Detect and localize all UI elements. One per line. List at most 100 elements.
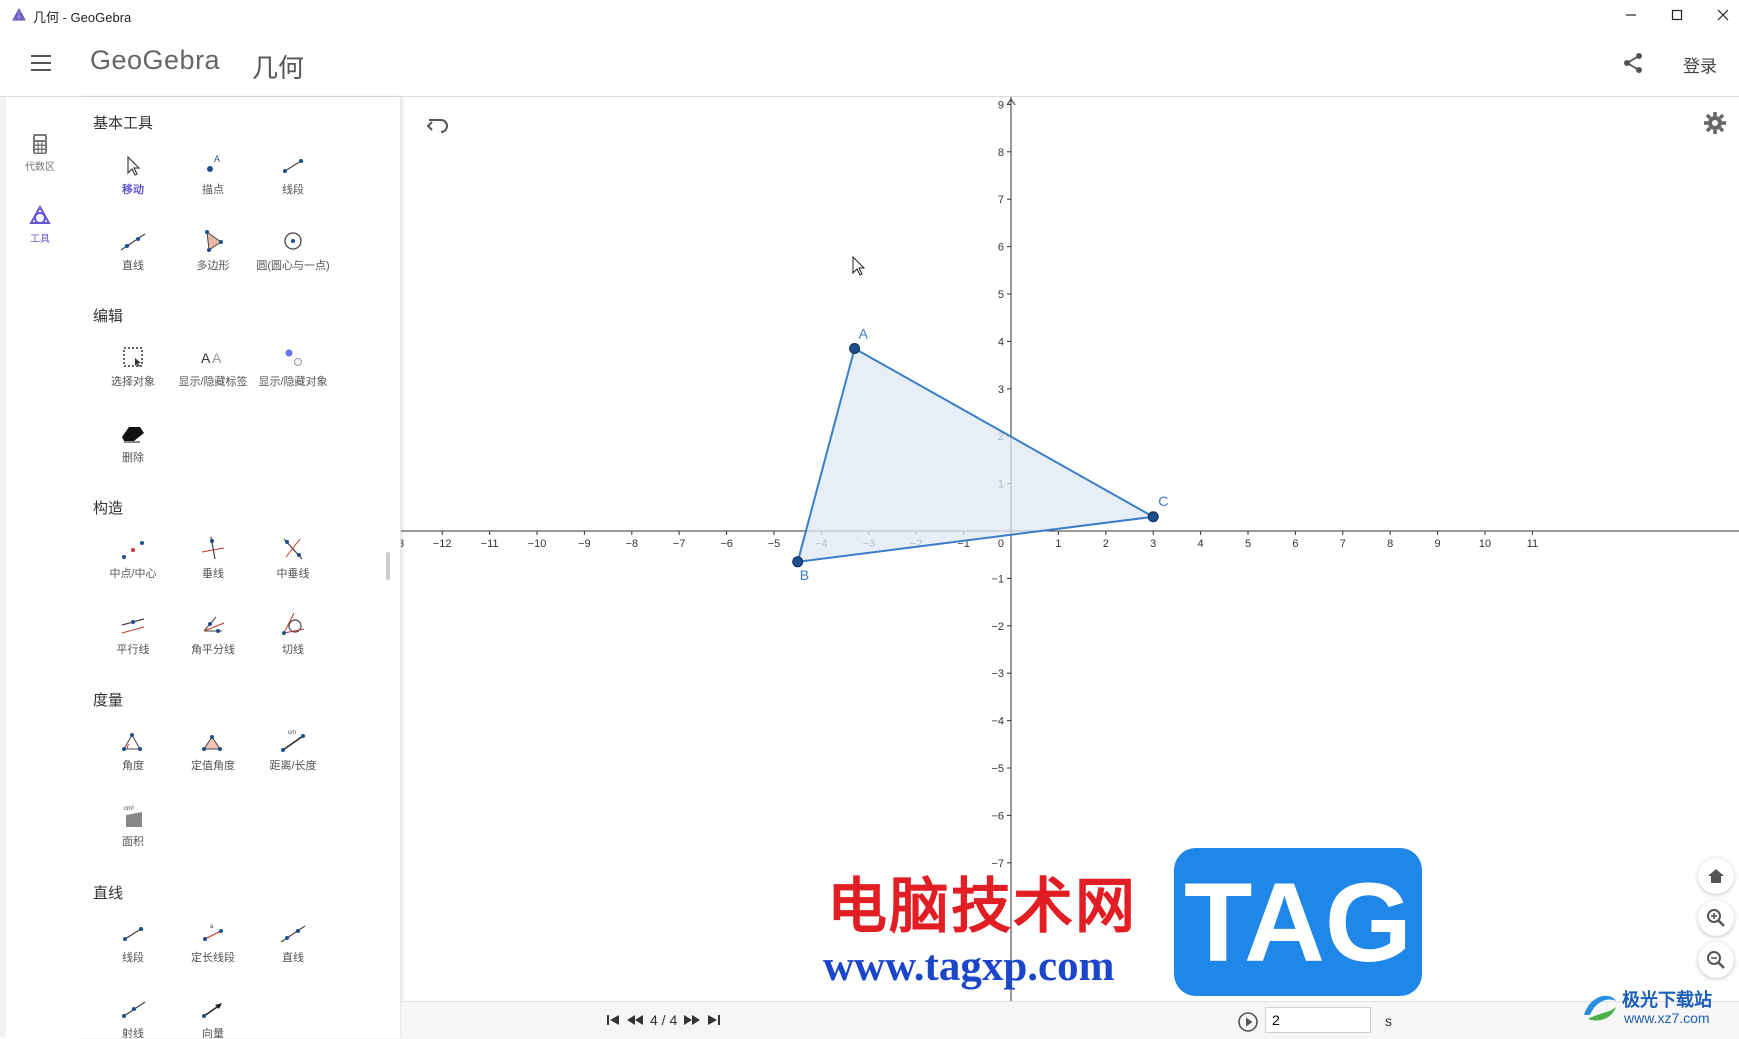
home-button[interactable] <box>1698 858 1734 894</box>
tool-show-hide-label[interactable]: AA 显示/隐藏标签 <box>171 341 255 389</box>
tool-circle-center-point[interactable]: 圆(圆心与一点) <box>251 225 335 273</box>
home-icon <box>1708 869 1724 883</box>
zoom-out-button[interactable] <box>1698 942 1734 978</box>
hamburger-menu-button[interactable] <box>28 50 54 74</box>
svg-text:A: A <box>201 350 211 366</box>
line-icon <box>280 925 306 943</box>
y-tick-label: 5 <box>998 289 1004 301</box>
x-tick-label: −13 <box>401 538 404 550</box>
x-tick-label: 9 <box>1435 538 1441 550</box>
watermark-cn-text: 电脑技术网 <box>827 872 1137 942</box>
tool-label: 角平分线 <box>191 644 235 656</box>
next-slide-button[interactable] <box>683 1013 701 1027</box>
y-tick-label: −3 <box>991 668 1004 680</box>
tool-angle-bisector[interactable]: 角平分线 <box>171 609 255 657</box>
geogebra-logo: GeoGebra <box>90 45 221 75</box>
tool-point[interactable]: A 描点 <box>171 149 255 197</box>
previous-slide-button[interactable] <box>626 1013 644 1027</box>
tool-polygon[interactable]: 多边形 <box>171 225 255 273</box>
tool-line-2[interactable]: 直线 <box>251 917 335 965</box>
x-tick-label: −6 <box>720 538 733 550</box>
tool-segment-fixed-length[interactable]: a 定长线段 <box>171 917 255 965</box>
zoom-in-icon <box>1707 909 1725 927</box>
svg-text:A: A <box>214 154 220 164</box>
tool-label: 向量 <box>202 1028 224 1038</box>
zoom-in-button[interactable] <box>1698 900 1734 936</box>
tool-show-hide-object[interactable]: 显示/隐藏对象 <box>251 341 335 389</box>
x-tick-label: −9 <box>578 538 591 550</box>
menu-icon-bar <box>31 62 51 64</box>
share-icon[interactable] <box>1620 50 1646 76</box>
section-title-construct: 构造 <box>93 500 124 517</box>
x-tick-label: −8 <box>626 538 639 550</box>
y-tick-label: −6 <box>991 810 1004 822</box>
first-slide-button[interactable] <box>606 1013 620 1027</box>
close-button[interactable] <box>1700 0 1739 30</box>
y-tick-label: 4 <box>998 336 1004 348</box>
undo-icon[interactable] <box>425 113 451 137</box>
tool-label: 直线 <box>122 260 144 272</box>
tool-distance-length[interactable]: cm 距离/长度 <box>251 725 335 773</box>
tool-parallel[interactable]: 平行线 <box>91 609 175 657</box>
tool-perpendicular-bisector[interactable]: 中垂线 <box>251 533 335 581</box>
tool-angle-given-size[interactable]: 定值角度 <box>171 725 255 773</box>
shapes-icon <box>29 204 51 224</box>
watermark-site: 极光下载站 www.xz7.com <box>1580 985 1735 1030</box>
view-sidebar: 代数区 工具 <box>0 97 79 1038</box>
tool-segment[interactable]: 线段 <box>251 149 335 197</box>
tool-label: 选择对象 <box>111 376 155 388</box>
tool-select-objects[interactable]: 选择对象 <box>91 341 175 389</box>
y-tick-label: 3 <box>998 384 1004 396</box>
x-tick-label: −12 <box>433 538 452 550</box>
maximize-button[interactable] <box>1654 0 1700 30</box>
tool-ray[interactable]: 射线 <box>91 993 175 1038</box>
tool-move[interactable]: 移动 <box>91 149 175 197</box>
minimize-button[interactable] <box>1608 0 1654 30</box>
tool-segment-2[interactable]: 线段 <box>91 917 175 965</box>
play-icon[interactable] <box>1237 1011 1259 1033</box>
tool-label: 定值角度 <box>191 760 235 772</box>
tool-label: 面积 <box>122 836 144 848</box>
mouse-cursor <box>852 255 866 276</box>
speed-input[interactable] <box>1265 1007 1371 1033</box>
tool-panel-scrollbar[interactable] <box>386 552 390 580</box>
gear-icon[interactable] <box>1703 111 1727 135</box>
y-tick-label: −4 <box>991 716 1004 728</box>
tool-label: 距离/长度 <box>269 760 317 772</box>
login-button[interactable]: 登录 <box>1683 52 1717 77</box>
slide-navigation: 4 / 4 <box>606 1012 721 1028</box>
last-slide-button[interactable] <box>707 1013 721 1027</box>
x-tick-label: 10 <box>1479 538 1491 550</box>
tool-perpendicular[interactable]: 垂线 <box>171 533 255 581</box>
svg-text:cm²: cm² <box>124 806 134 812</box>
y-tick-label: 9 <box>998 99 1004 111</box>
y-tick-label: 6 <box>998 242 1004 254</box>
tool-label: 射线 <box>122 1028 144 1038</box>
y-tick-label: 7 <box>998 194 1004 206</box>
tool-tangents[interactable]: 切线 <box>251 609 335 657</box>
midpoint-icon <box>122 541 144 559</box>
tool-panel: 基本工具 移动 A 描点 线段 直线 多边形 圆(圆心与一点) 编辑 选择对象 … <box>78 97 400 1038</box>
svg-text:A: A <box>212 350 222 366</box>
tool-label: 显示/隐藏对象 <box>258 376 328 388</box>
x-tick-label: 2 <box>1103 538 1109 550</box>
tool-angle[interactable]: 角度 <box>91 725 175 773</box>
slide-indicator: 4 / 4 <box>650 1012 678 1028</box>
tool-label: 删除 <box>122 452 144 464</box>
sidebar-item-tools[interactable]: 工具 <box>14 204 66 245</box>
x-tick-label: 1 <box>1055 538 1061 550</box>
tool-label: 中点/中心 <box>109 568 157 580</box>
x-tick-label: −10 <box>528 538 547 550</box>
tool-line[interactable]: 直线 <box>91 225 175 273</box>
tool-midpoint[interactable]: 中点/中心 <box>91 533 175 581</box>
tool-area[interactable]: cm² 面积 <box>91 801 175 849</box>
y-tick-label: 8 <box>998 147 1004 159</box>
x-tick-label: 6 <box>1292 538 1298 550</box>
tool-vector[interactable]: 向量 <box>171 993 255 1038</box>
calculator-icon <box>33 134 47 154</box>
tool-delete[interactable]: 删除 <box>91 417 175 465</box>
x-tick-label: 11 <box>1527 538 1538 550</box>
minimize-icon <box>1626 14 1636 16</box>
sidebar-item-algebra[interactable]: 代数区 <box>14 133 66 173</box>
x-tick-label: 7 <box>1340 538 1346 550</box>
